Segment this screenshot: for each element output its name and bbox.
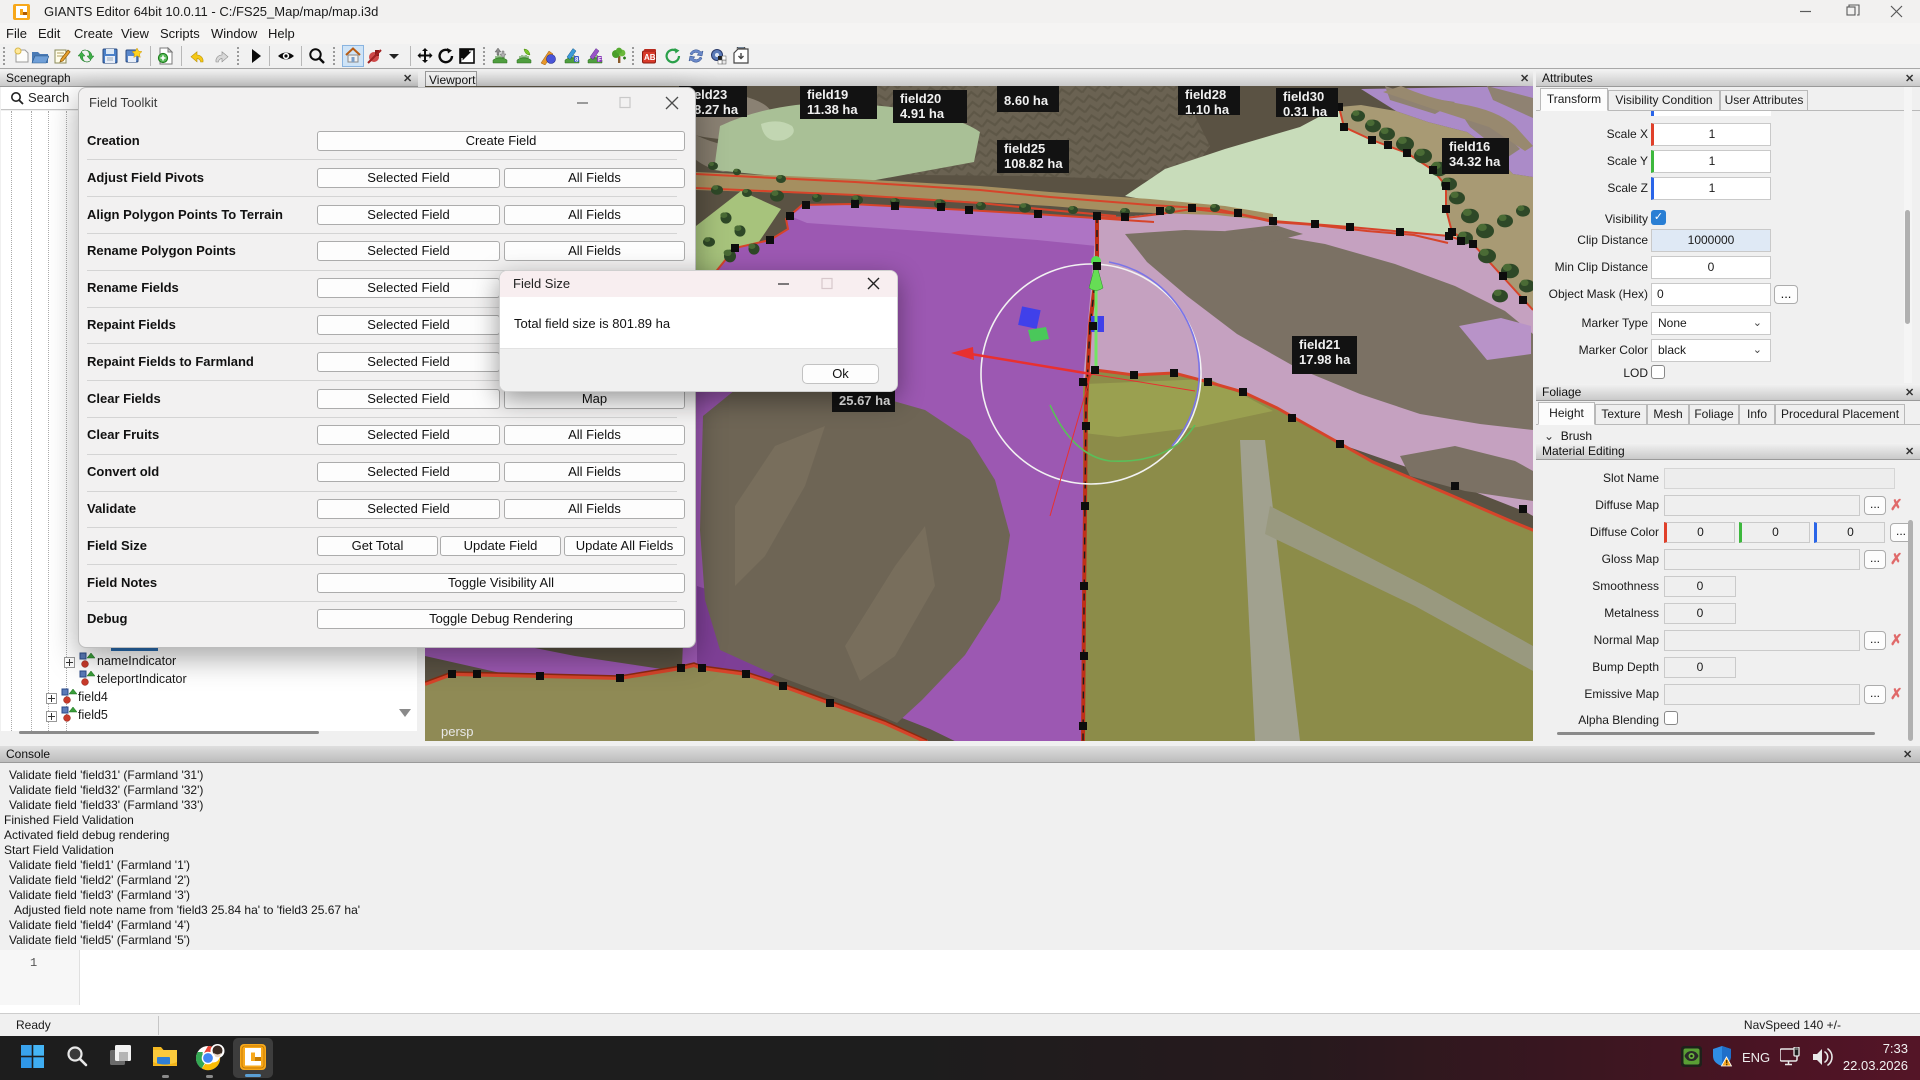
svg-text:field19: field19 [807, 87, 848, 102]
svg-text:34.32 ha: 34.32 ha [1449, 154, 1501, 169]
svg-text:field16: field16 [1449, 139, 1490, 154]
svg-text:25.67 ha: 25.67 ha [839, 393, 891, 408]
svg-text:4.91 ha: 4.91 ha [900, 106, 945, 121]
svg-text:F: F [598, 58, 602, 64]
svg-text:108.82 ha: 108.82 ha [1004, 156, 1063, 171]
svg-text:0.31 ha: 0.31 ha [1283, 104, 1328, 119]
svg-text:8.27 ha: 8.27 ha [694, 102, 739, 117]
svg-text:field20: field20 [900, 91, 941, 106]
svg-text:field25: field25 [1004, 141, 1045, 156]
svg-text:8.60 ha: 8.60 ha [1004, 93, 1049, 108]
svg-text:11.38 ha: 11.38 ha [807, 102, 858, 117]
svg-text:17.98 ha: 17.98 ha [1299, 352, 1351, 367]
svg-text:field21: field21 [1299, 337, 1340, 352]
svg-text:1.10 ha: 1.10 ha [1185, 102, 1230, 117]
svg-text:field30: field30 [1283, 89, 1324, 104]
svg-text:field28: field28 [1185, 87, 1226, 102]
svg-text:AB: AB [644, 53, 656, 62]
svg-text:persp: persp [441, 724, 474, 739]
